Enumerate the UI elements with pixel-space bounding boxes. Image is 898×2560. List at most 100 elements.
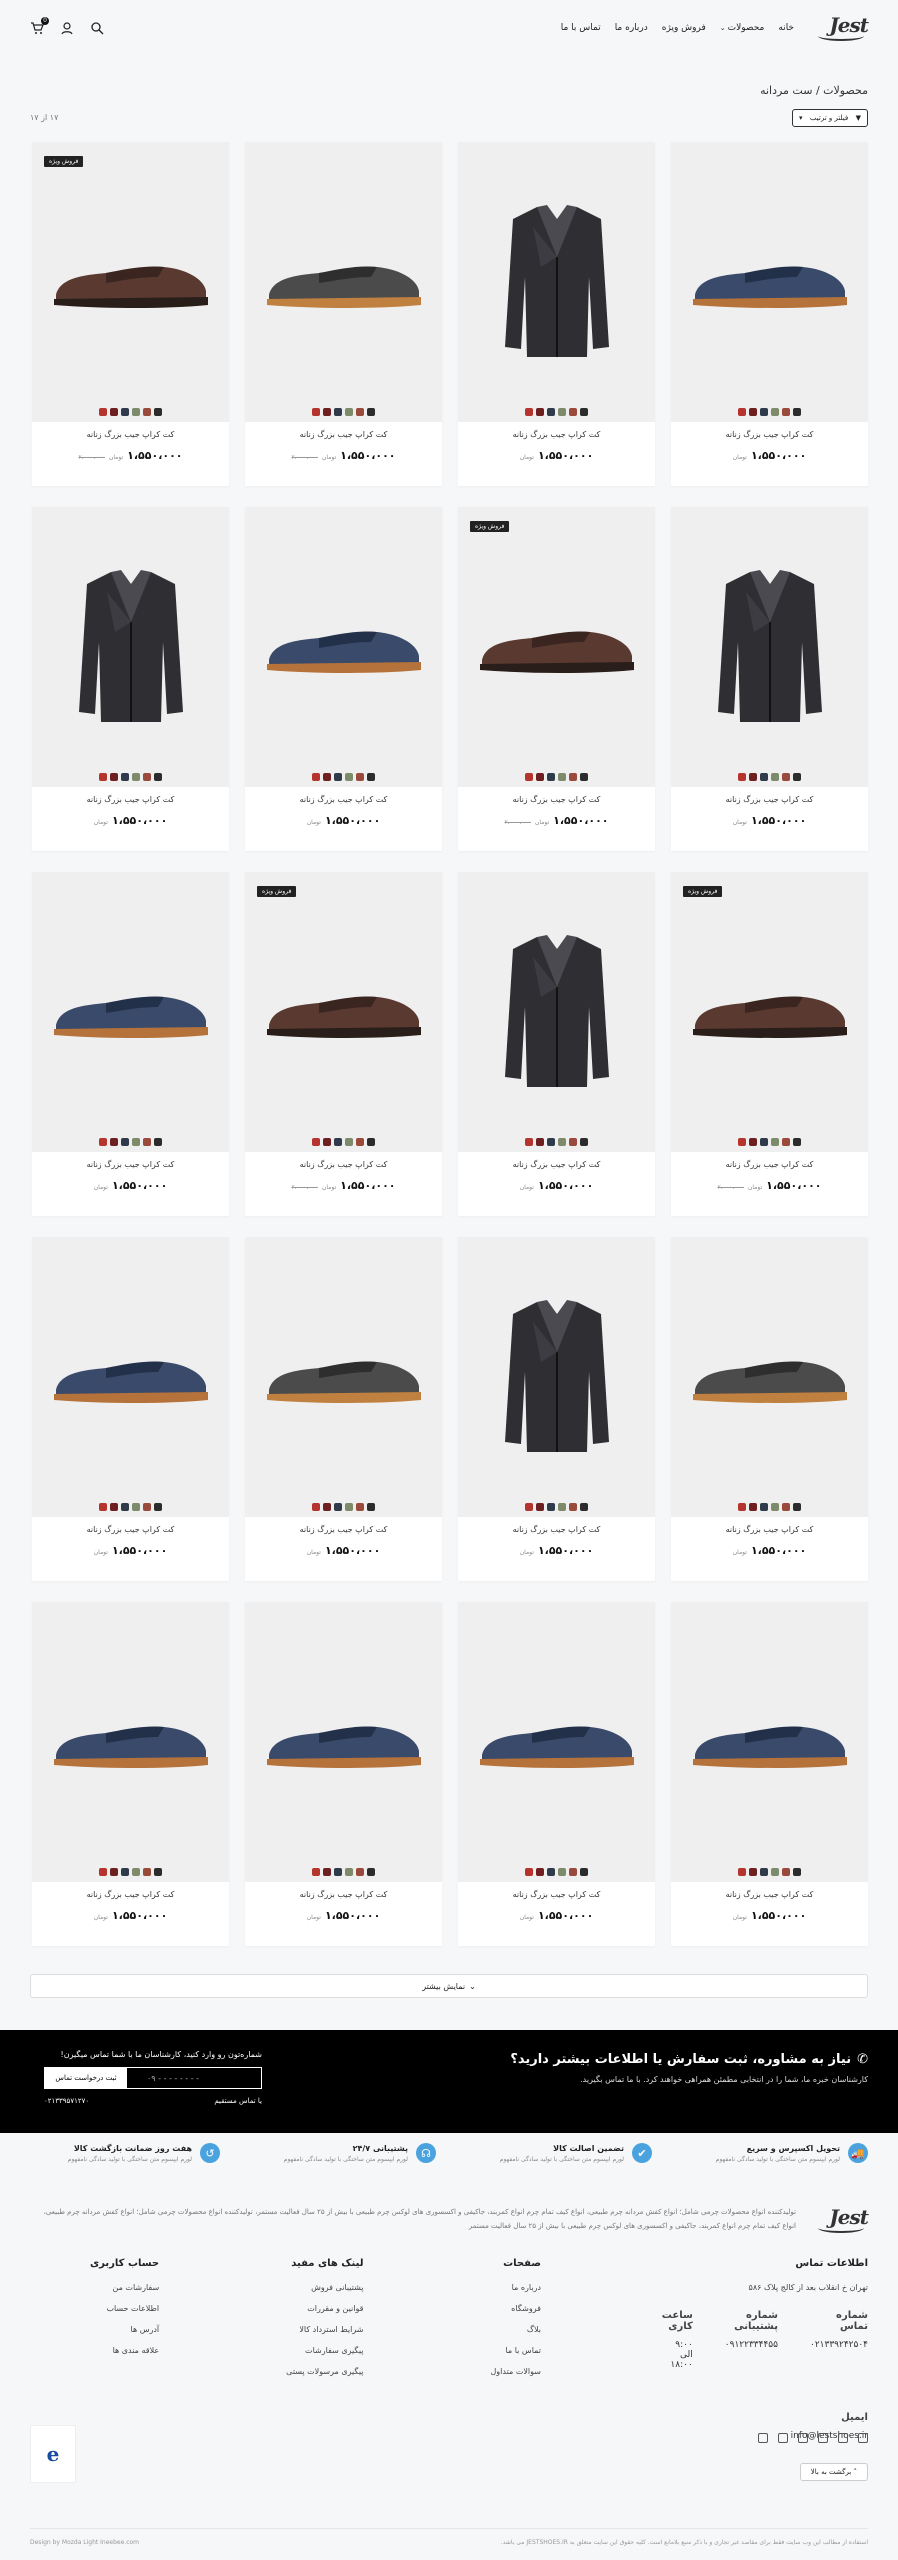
color-swatch[interactable] xyxy=(121,773,129,781)
color-swatch[interactable] xyxy=(110,773,118,781)
color-swatch[interactable] xyxy=(760,1138,768,1146)
product-image[interactable] xyxy=(245,1237,442,1517)
color-swatch[interactable] xyxy=(121,1503,129,1511)
color-swatch[interactable] xyxy=(356,1503,364,1511)
color-swatch[interactable] xyxy=(749,1138,757,1146)
product-card[interactable]: کت کراپ جیب بزرگ زنانه ۱،۵۵۰،۰۰۰ تومان xyxy=(671,142,868,486)
whatsapp-icon[interactable] xyxy=(778,2433,788,2443)
color-swatch[interactable] xyxy=(154,1503,162,1511)
footer-link[interactable]: شرایط استرداد کالا xyxy=(286,2325,363,2334)
color-swatch[interactable] xyxy=(525,408,533,416)
product-image[interactable] xyxy=(245,507,442,787)
color-swatch[interactable] xyxy=(558,1138,566,1146)
footer-link[interactable]: پیگیری سفارشات xyxy=(286,2346,363,2355)
color-swatch[interactable] xyxy=(99,1138,107,1146)
product-image[interactable] xyxy=(671,1237,868,1517)
color-swatch[interactable] xyxy=(760,408,768,416)
product-title[interactable]: کت کراپ جیب بزرگ زنانه xyxy=(245,1160,442,1169)
product-image[interactable] xyxy=(245,1602,442,1882)
color-swatch[interactable] xyxy=(569,1868,577,1876)
product-title[interactable]: کت کراپ جیب بزرگ زنانه xyxy=(458,1525,655,1534)
phone-value[interactable]: ۰۲۱۳۳۹۲۴۲۵۰۴ xyxy=(810,2340,868,2350)
color-swatch[interactable] xyxy=(771,1138,779,1146)
color-swatch[interactable] xyxy=(771,408,779,416)
phone-input[interactable]: ۰۹ - - - - - - - - xyxy=(127,2068,261,2088)
color-swatch[interactable] xyxy=(367,1868,375,1876)
product-title[interactable]: کت کراپ جیب بزرگ زنانه xyxy=(458,1160,655,1169)
product-card[interactable]: کت کراپ جیب بزرگ زنانه ۱،۵۵۰،۰۰۰ تومان xyxy=(671,507,868,851)
color-swatch[interactable] xyxy=(143,1503,151,1511)
color-swatch[interactable] xyxy=(793,408,801,416)
user-icon[interactable] xyxy=(60,21,74,35)
product-title[interactable]: کت کراپ جیب بزرگ زنانه xyxy=(245,430,442,439)
color-swatch[interactable] xyxy=(749,408,757,416)
color-swatch[interactable] xyxy=(525,1503,533,1511)
product-image[interactable] xyxy=(245,142,442,422)
color-swatch[interactable] xyxy=(749,773,757,781)
footer-logo[interactable]: Jest xyxy=(816,2205,869,2235)
color-swatch[interactable] xyxy=(99,1868,107,1876)
nav-products[interactable]: محصولات⌄ xyxy=(720,23,765,33)
enamad-trust-badge[interactable]: e xyxy=(30,2425,76,2483)
product-title[interactable]: کت کراپ جیب بزرگ زنانه xyxy=(32,1160,229,1169)
product-title[interactable]: کت کراپ جیب بزرگ زنانه xyxy=(458,1890,655,1899)
footer-link[interactable]: پیگیری مرسولات پستی xyxy=(286,2367,363,2376)
color-swatch[interactable] xyxy=(356,773,364,781)
product-card[interactable]: کت کراپ جیب بزرگ زنانه ۱،۵۵۰،۰۰۰ تومان xyxy=(32,872,229,1216)
footer-link[interactable]: بلاگ xyxy=(490,2325,541,2334)
color-swatch[interactable] xyxy=(345,1138,353,1146)
product-title[interactable]: کت کراپ جیب بزرگ زنانه xyxy=(32,1890,229,1899)
product-image[interactable] xyxy=(458,872,655,1152)
product-image[interactable] xyxy=(458,142,655,422)
color-swatch[interactable] xyxy=(569,1138,577,1146)
color-swatch[interactable] xyxy=(367,1138,375,1146)
color-swatch[interactable] xyxy=(547,1138,555,1146)
product-card[interactable]: کت کراپ جیب بزرگ زنانه ۱،۵۵۰،۰۰۰ تومان xyxy=(32,1602,229,1946)
color-swatch[interactable] xyxy=(536,408,544,416)
footer-link[interactable]: پشتیبانی فروش xyxy=(286,2283,363,2292)
color-swatch[interactable] xyxy=(312,1138,320,1146)
product-image[interactable] xyxy=(671,142,868,422)
color-swatch[interactable] xyxy=(569,408,577,416)
color-swatch[interactable] xyxy=(738,773,746,781)
color-swatch[interactable] xyxy=(367,773,375,781)
product-card[interactable]: کت کراپ جیب بزرگ زنانه ۱،۵۵۰،۰۰۰ تومان xyxy=(245,1602,442,1946)
color-swatch[interactable] xyxy=(367,1503,375,1511)
product-title[interactable]: کت کراپ جیب بزرگ زنانه xyxy=(671,795,868,804)
color-swatch[interactable] xyxy=(782,773,790,781)
color-swatch[interactable] xyxy=(525,1868,533,1876)
product-image[interactable]: فروش ویژه xyxy=(245,872,442,1152)
nav-home[interactable]: خانه xyxy=(778,23,794,33)
color-swatch[interactable] xyxy=(525,1138,533,1146)
product-card[interactable]: کت کراپ جیب بزرگ زنانه ۱،۵۵۰،۰۰۰ تومان xyxy=(245,507,442,851)
footer-link[interactable]: فروشگاه xyxy=(490,2304,541,2313)
callback-submit-button[interactable]: ثبت درخواست تماس xyxy=(45,2068,127,2088)
color-swatch[interactable] xyxy=(738,408,746,416)
color-swatch[interactable] xyxy=(738,1503,746,1511)
instagram-icon[interactable] xyxy=(758,2433,768,2443)
color-swatch[interactable] xyxy=(143,1868,151,1876)
color-swatch[interactable] xyxy=(312,1503,320,1511)
color-swatch[interactable] xyxy=(558,408,566,416)
product-image[interactable]: فروش ویژه xyxy=(671,872,868,1152)
color-swatch[interactable] xyxy=(154,1868,162,1876)
facebook-icon[interactable] xyxy=(858,2433,868,2443)
color-swatch[interactable] xyxy=(749,1868,757,1876)
color-swatch[interactable] xyxy=(154,408,162,416)
product-title[interactable]: کت کراپ جیب بزرگ زنانه xyxy=(671,1160,868,1169)
color-swatch[interactable] xyxy=(154,773,162,781)
color-swatch[interactable] xyxy=(345,1868,353,1876)
linkedin-icon[interactable] xyxy=(838,2433,848,2443)
color-swatch[interactable] xyxy=(580,1503,588,1511)
color-swatch[interactable] xyxy=(99,408,107,416)
color-swatch[interactable] xyxy=(110,1868,118,1876)
color-swatch[interactable] xyxy=(525,773,533,781)
color-swatch[interactable] xyxy=(334,1138,342,1146)
color-swatch[interactable] xyxy=(110,1138,118,1146)
product-title[interactable]: کت کراپ جیب بزرگ زنانه xyxy=(245,795,442,804)
color-swatch[interactable] xyxy=(143,1138,151,1146)
color-swatch[interactable] xyxy=(782,1503,790,1511)
product-title[interactable]: کت کراپ جیب بزرگ زنانه xyxy=(458,795,655,804)
color-swatch[interactable] xyxy=(782,1868,790,1876)
product-image[interactable]: فروش ویژه xyxy=(458,507,655,787)
